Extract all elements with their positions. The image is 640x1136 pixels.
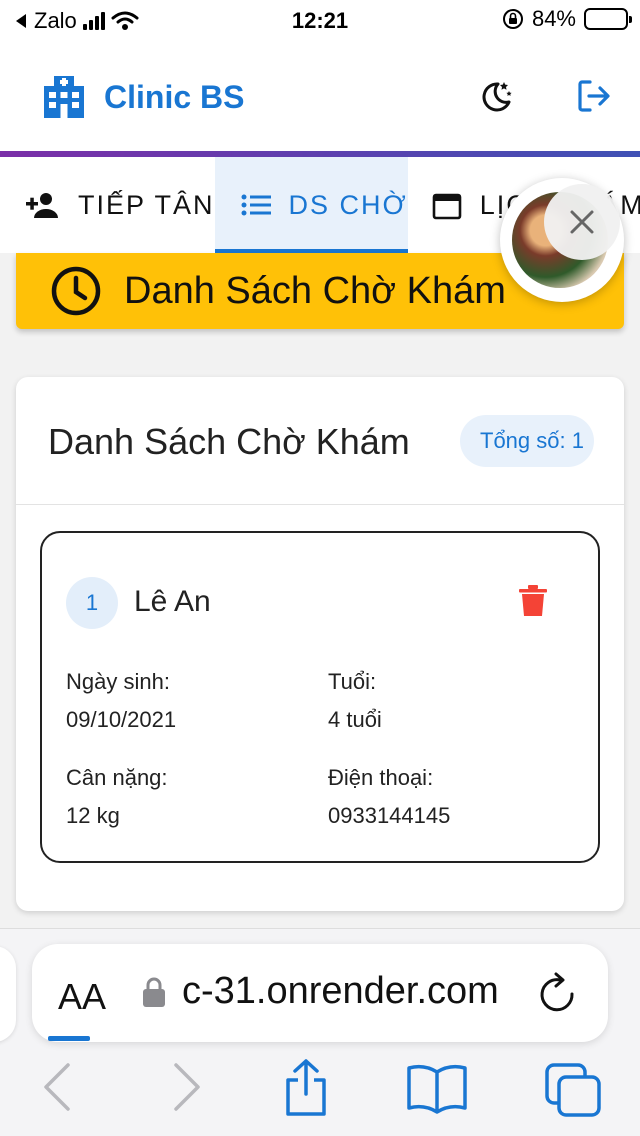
weight-value: 12 kg	[66, 803, 120, 828]
tab-label: DS CHỜ	[288, 189, 408, 220]
logout-icon[interactable]	[576, 78, 612, 114]
banner-title: Danh Sách Chờ Khám	[124, 269, 506, 312]
close-icon	[570, 210, 594, 234]
forward-icon	[174, 1063, 200, 1111]
status-bar: Zalo 12:21 84%	[0, 0, 640, 44]
list-icon	[241, 194, 271, 216]
share-icon[interactable]	[282, 1058, 330, 1118]
calendar-icon	[432, 193, 462, 220]
queue-number-badge: 1	[66, 577, 118, 629]
weight-label: Cân nặng:	[66, 765, 168, 790]
floating-chat-bubble[interactable]	[500, 178, 624, 302]
bookmarks-icon[interactable]	[406, 1062, 468, 1114]
tab-reception[interactable]: TIẾP TÂN	[0, 157, 215, 253]
battery-percent: 84%	[531, 6, 576, 31]
reload-icon[interactable]	[538, 972, 578, 1014]
app-title: Clinic BS	[104, 78, 245, 115]
tabs-icon[interactable]	[544, 1062, 602, 1118]
person-add-icon	[26, 193, 58, 218]
patient-card[interactable]: 1 Lê An Ngày sinh: 09/10/2021 Tuổi: 4 tu…	[40, 531, 600, 863]
rotation-lock-icon	[502, 9, 523, 29]
bubble-close-button[interactable]	[544, 184, 620, 260]
url-text[interactable]: c-31.onrender.com	[182, 970, 499, 1013]
delete-icon[interactable]	[518, 585, 548, 617]
app-header: Clinic BS	[0, 44, 640, 152]
battery-icon	[584, 8, 632, 30]
age-label: Tuổi:	[328, 669, 377, 694]
brand[interactable]: Clinic BS	[42, 76, 244, 118]
tab-label: TIẾP TÂN	[78, 189, 215, 220]
age-value: 4 tuổi	[328, 707, 382, 732]
lock-icon	[143, 977, 165, 1007]
total-count-chip: Tổng số: 1	[460, 415, 594, 467]
card-title: Danh Sách Chờ Khám	[48, 421, 410, 462]
previous-tab-pill[interactable]	[0, 946, 16, 1042]
page-load-progress	[48, 1036, 90, 1041]
waiting-list-card: Danh Sách Chờ Khám Tổng số: 1 1 Lê An Ng…	[16, 377, 624, 911]
clock-icon	[51, 266, 101, 316]
phone-label: Điện thoại:	[328, 765, 434, 790]
address-bar[interactable]: AA c-31.onrender.com	[32, 944, 608, 1042]
card-header: Danh Sách Chờ Khám Tổng số: 1	[16, 377, 624, 505]
patient-name: Lê An	[134, 585, 211, 618]
dob-label: Ngày sinh:	[66, 669, 170, 694]
moon-stars-icon[interactable]	[478, 78, 514, 114]
text-size-button[interactable]: AA	[58, 976, 106, 1018]
hospital-building-icon	[44, 76, 84, 118]
back-icon	[44, 1063, 70, 1111]
tab-waiting-list[interactable]: DS CHỜ	[214, 157, 408, 253]
dob-value: 09/10/2021	[66, 707, 177, 732]
phone-value[interactable]: 0933144145	[328, 803, 450, 829]
